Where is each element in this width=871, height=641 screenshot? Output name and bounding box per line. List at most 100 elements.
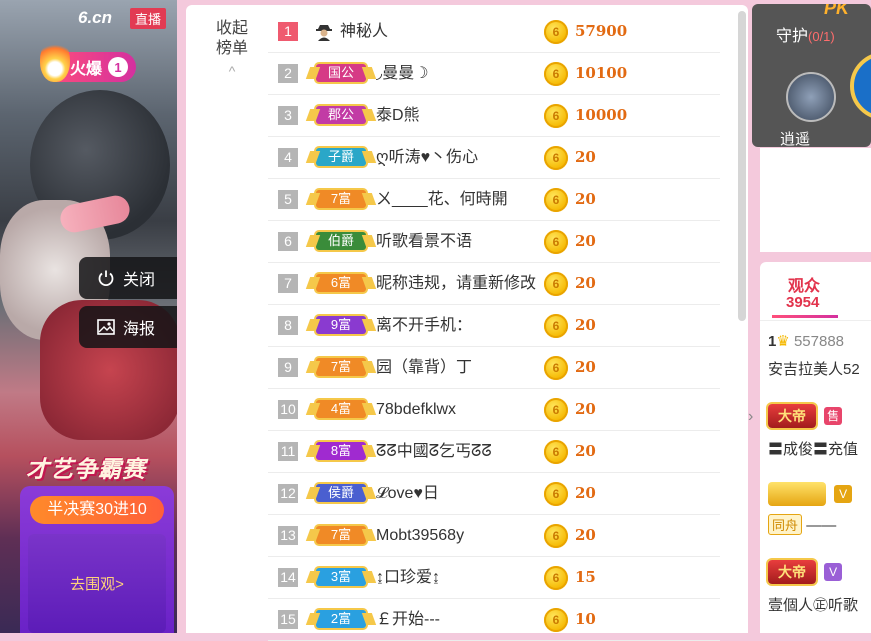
rank-row[interactable]: 10 4富 78bdefklwx 6 20 (268, 389, 720, 431)
rank-number: 9 (278, 358, 298, 377)
rank-username[interactable]: ↨口珍爱↨ (376, 557, 440, 598)
rank-username[interactable]: 78bdefklwx (376, 389, 456, 430)
rank-username[interactable]: Mobt39568y (376, 515, 464, 556)
audience-item-name[interactable]: 同舟 —— (768, 514, 871, 535)
coin-icon: 6 (544, 272, 568, 296)
rank-row[interactable]: 7 6富 昵称违规，请重新修改 6 20 (268, 263, 720, 305)
divider (760, 320, 871, 321)
rank-username[interactable]: 泰D熊 (376, 95, 420, 136)
flame-icon (40, 38, 70, 82)
audience-item-name[interactable]: 壹個人㊣听歌 (768, 594, 871, 615)
rank-badge: 国公 (312, 62, 370, 84)
rank-username[interactable]: ᘔᘔ中國ᘔ乞丐ᘔᘔ (376, 431, 492, 472)
rank-username[interactable]: 神秘人 (340, 11, 388, 52)
live-video[interactable]: 6.cn 直播 火爆 1 关闭 海报 才艺争霸赛 半决赛30进10 去围观> (0, 0, 177, 633)
rank-badge-label: 伯爵 (316, 232, 366, 250)
coin-icon: 6 (544, 188, 568, 212)
rank-row[interactable]: 3 郡公 泰D熊 6 10000 (268, 95, 720, 137)
rank-number: 6 (278, 232, 298, 251)
emperor-badge: 大帝 (768, 404, 816, 428)
audience-panel: 观众 3954 1♛ 557888 安吉拉美人52 大帝 售 〓成俊〓充值 V … (760, 262, 871, 633)
rank-username[interactable]: ￡开始--- (376, 599, 440, 640)
audience-item[interactable]: 1♛ 557888 (768, 332, 871, 350)
rank-badge: 2富 (312, 608, 370, 630)
rank-badge: 6富 (312, 272, 370, 294)
poster-button[interactable]: 海报 (79, 306, 177, 348)
rank-badge-label: 子爵 (316, 148, 366, 166)
rank-row[interactable]: 2 国公 ◞曼曼☽ 6 10100 (268, 53, 720, 95)
rank-username[interactable]: ㄨ____花、何時開 (376, 179, 508, 220)
rank-score: 57900 (575, 22, 628, 40)
rank-row[interactable]: 5 7富 ㄨ____花、何時開 6 20 (268, 179, 720, 221)
promo-watch-button[interactable]: 去围观> (28, 534, 166, 633)
rank-username[interactable]: 听歌看景不语 (376, 221, 472, 262)
chevron-right-icon[interactable]: › (748, 408, 753, 426)
rank-badge: 9富 (312, 314, 370, 336)
rank-row[interactable]: 13 7富 Mobt39568y 6 20 (268, 515, 720, 557)
rank-score: 20 (575, 148, 596, 166)
rank-badge-label: 国公 (316, 64, 366, 82)
live-tag: 直播 (130, 8, 167, 29)
promo-title: 才艺争霸赛 (26, 456, 146, 482)
collapse-rank-button[interactable]: 收起榜单 ^ (214, 19, 250, 81)
audience-item[interactable]: V (768, 482, 871, 506)
guard-name[interactable]: 逍遥 (780, 128, 810, 147)
rank-row[interactable]: 14 3富 ↨口珍爱↨ 6 15 (268, 557, 720, 599)
rank-number: 3 (278, 106, 298, 125)
coin-icon: 6 (544, 146, 568, 170)
rank-score: 15 (575, 568, 596, 586)
rank-number: 1 (278, 22, 298, 41)
audience-item-name[interactable]: 安吉拉美人52 (768, 358, 871, 379)
rank-username[interactable]: ◞曼曼☽ (376, 53, 429, 94)
guard-count: (0/1) (808, 29, 835, 44)
coin-icon: 6 (544, 398, 568, 422)
rank-score: 20 (575, 190, 596, 208)
rank-badge: 7富 (312, 524, 370, 546)
rank-username[interactable]: ღ听涛♥丶伤心 (376, 137, 478, 178)
rank-row[interactable]: 6 伯爵 听歌看景不语 6 20 (268, 221, 720, 263)
rank-username[interactable]: 离不开手机： (376, 305, 472, 346)
rank-username[interactable]: 园（靠背）丁 (376, 347, 472, 388)
hot-label: 火爆 (70, 61, 103, 78)
coin-icon: 6 (544, 440, 568, 464)
rank-score: 20 (575, 484, 596, 502)
rank-row[interactable]: 12 侯爵 𝓛ove♥日 6 20 (268, 473, 720, 515)
audience-item[interactable]: 大帝 V (768, 560, 871, 584)
audience-item-name[interactable]: 〓成俊〓充值 (768, 438, 871, 459)
audience-title[interactable]: 观众 (788, 272, 820, 296)
rank-badge-label: 侯爵 (316, 484, 366, 502)
rank-badge: 3富 (312, 566, 370, 588)
rank-username[interactable]: 𝓛ove♥日 (376, 473, 439, 514)
close-button[interactable]: 关闭 (79, 257, 177, 299)
rank-scrollbar[interactable] (738, 11, 746, 321)
audience-count: 3954 (786, 294, 820, 311)
rank-badge-label: 3富 (316, 568, 366, 586)
close-label: 关闭 (123, 272, 156, 289)
rank-badge-label: 9富 (316, 316, 366, 334)
rank-row[interactable]: 9 7富 园（靠背）丁 6 20 (268, 347, 720, 389)
coin-icon: 6 (544, 356, 568, 380)
rank-row[interactable]: 15 2富 ￡开始--- 6 10 (268, 599, 720, 641)
rank-row[interactable]: 8 9富 离不开手机： 6 20 (268, 305, 720, 347)
rank-row[interactable]: 4 子爵 ღ听涛♥丶伤心 6 20 (268, 137, 720, 179)
guard-avatar[interactable] (786, 72, 836, 122)
rank-row[interactable]: 11 8富 ᘔᘔ中國ᘔ乞丐ᘔᘔ 6 20 (268, 431, 720, 473)
rank-row[interactable]: 1 神秘人 6 57900 (268, 11, 720, 53)
rank-score: 20 (575, 232, 596, 250)
coin-icon: 6 (544, 104, 568, 128)
coin-icon: 6 (544, 62, 568, 86)
rank-number: 11 (278, 442, 298, 461)
rank-username[interactable]: 昵称违规，请重新修改 (376, 263, 536, 304)
rank-badge-label: 7富 (316, 190, 366, 208)
guard-panel[interactable]: PK 守护(0/1) 逍遥 (752, 4, 871, 147)
coin-icon: 6 (544, 482, 568, 506)
rank-badge-label: 郡公 (316, 106, 366, 124)
rank-badge: 8富 (312, 440, 370, 462)
chevron-up-icon: ^ (228, 63, 236, 79)
active-tab-underline (772, 315, 838, 318)
talent-contest-promo[interactable]: 才艺争霸赛 半决赛30进10 去围观> (20, 440, 174, 633)
audience-item[interactable]: 大帝 售 (768, 404, 871, 428)
v-tag: V (834, 485, 853, 503)
mystery-user-icon (314, 21, 334, 41)
hot-badge[interactable]: 火爆 1 (40, 38, 137, 82)
